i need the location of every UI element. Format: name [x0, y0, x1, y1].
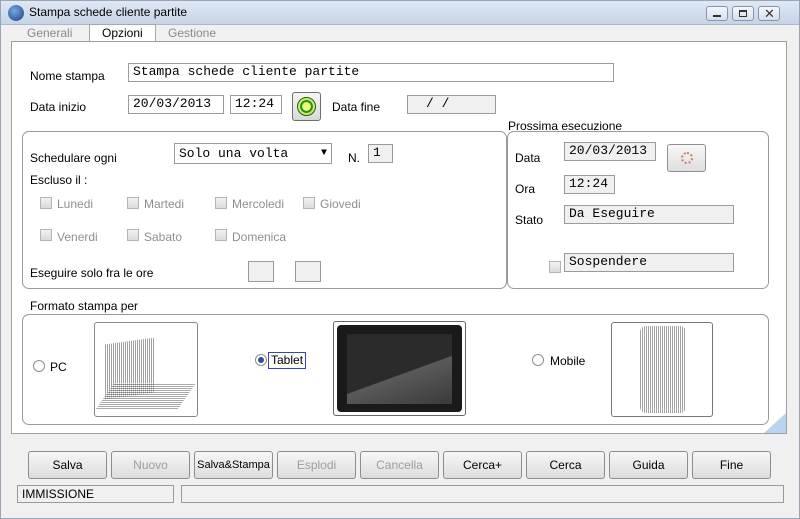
minimize-button[interactable] — [706, 6, 728, 21]
esplodi-button[interactable]: Esplodi — [277, 451, 356, 479]
ora-da-input[interactable] — [248, 261, 274, 282]
mobile-phone-icon — [640, 326, 686, 413]
stato-input[interactable]: Da Eseguire — [564, 205, 734, 224]
n-input[interactable]: 1 — [368, 144, 393, 163]
stato-label: Stato — [515, 213, 544, 227]
prossima-data-input[interactable]: 20/03/2013 — [564, 142, 656, 161]
guida-button[interactable]: Guida — [609, 451, 688, 479]
eseguire-label: Eseguire solo fra le ore — [30, 266, 154, 280]
status-message — [181, 485, 784, 503]
giovedi-checkbox[interactable] — [303, 197, 315, 209]
close-icon: ✕ — [764, 6, 775, 21]
ora-inizio-input[interactable]: 12:24 — [230, 95, 282, 114]
nuovo-button[interactable]: Nuovo — [111, 451, 190, 479]
formato-group: PC Tablet Mobile — [22, 314, 769, 425]
tablet-screen-icon — [347, 334, 452, 404]
refresh-icon — [681, 152, 693, 164]
domenica-checkbox[interactable] — [215, 229, 227, 241]
tablet-body-icon — [337, 325, 462, 412]
maximize-icon — [739, 10, 747, 17]
prossima-ora-label: Ora — [515, 182, 536, 196]
venerdi-checkbox[interactable] — [40, 229, 52, 241]
data-fine-input[interactable]: / / — [407, 95, 496, 114]
refresh-button[interactable] — [667, 144, 706, 172]
martedi-checkbox[interactable] — [127, 197, 139, 209]
sabato-label: Sabato — [144, 230, 183, 244]
mercoledi-checkbox[interactable] — [215, 197, 227, 209]
schedulare-select[interactable]: Solo una volta ▼ — [174, 143, 332, 164]
sospendere-checkbox[interactable] — [549, 261, 561, 273]
schedulare-label: Schedulare ogni — [30, 151, 117, 165]
lunedi-checkbox[interactable] — [40, 197, 52, 209]
app-icon — [8, 5, 24, 21]
mobile-image[interactable] — [611, 322, 713, 417]
giovedi-label: Giovedi — [320, 197, 361, 211]
escluso-label: Escluso il : — [30, 173, 88, 187]
venerdi-label: Venerdi — [57, 230, 98, 244]
sospendere-label: Sospendere — [564, 253, 734, 272]
mercoledi-label: Mercoledi — [232, 197, 285, 211]
tab-gestione[interactable]: Gestione | — [168, 25, 216, 56]
close-button[interactable]: ✕ — [758, 6, 780, 21]
cerca-button[interactable]: Cerca — [526, 451, 605, 479]
nome-stampa-label: Nome stampa — [30, 69, 105, 83]
prossima-group: Data 20/03/2013 Ora 12:24 Stato Da Esegu… — [507, 131, 769, 289]
main-window: Stampa schede cliente partite ✕ Generali… — [0, 0, 800, 519]
status-mode: IMMISSIONE — [17, 485, 174, 503]
clock-icon — [297, 97, 316, 116]
pc-label: PC — [50, 360, 67, 374]
pc-radio[interactable] — [33, 360, 45, 372]
salva-button[interactable]: Salva — [28, 451, 107, 479]
laptop-keyboard-icon — [95, 383, 197, 409]
ora-a-input[interactable] — [295, 261, 321, 282]
pc-image[interactable] — [94, 322, 198, 417]
minimize-icon — [713, 15, 721, 17]
lunedi-label: Lunedi — [57, 197, 94, 211]
clock-button[interactable] — [292, 92, 321, 121]
formato-title: Formato stampa per — [30, 299, 139, 313]
fine-button[interactable]: Fine — [692, 451, 771, 479]
chevron-down-icon: ▼ — [320, 148, 327, 159]
data-inizio-label: Data inizio — [30, 100, 87, 114]
data-inizio-input[interactable]: 20/03/2013 — [128, 95, 224, 114]
tablet-image[interactable] — [333, 321, 466, 416]
prossima-data-label: Data — [515, 151, 541, 165]
cancella-button[interactable]: Cancella — [360, 451, 439, 479]
page-curl-icon — [764, 413, 786, 433]
window-title: Stampa schede cliente partite — [29, 5, 188, 19]
tab-opzioni[interactable]: Opzioni — [89, 24, 156, 42]
tablet-label: Tablet — [268, 352, 307, 369]
mobile-label: Mobile — [550, 354, 586, 368]
prossima-ora-input[interactable]: 12:24 — [564, 175, 615, 194]
data-fine-label: Data fine — [332, 100, 381, 114]
martedi-label: Martedi — [144, 197, 185, 211]
nome-stampa-input[interactable]: Stampa schede cliente partite — [128, 63, 614, 82]
sabato-checkbox[interactable] — [127, 229, 139, 241]
title-bar: Stampa schede cliente partite ✕ — [1, 1, 799, 25]
options-panel: Nome stampa Stampa schede cliente partit… — [11, 41, 787, 434]
schedulare-select-value: Solo una volta — [179, 146, 289, 161]
cerca-plus-button[interactable]: Cerca+ — [443, 451, 522, 479]
mobile-radio[interactable] — [532, 354, 544, 366]
tablet-radio[interactable] — [255, 354, 267, 366]
maximize-button[interactable] — [732, 6, 754, 21]
salva-stampa-button[interactable]: Salva&Stampa — [194, 451, 273, 479]
schedule-group: Schedulare ogni Solo una volta ▼ N. 1 Es… — [22, 131, 507, 289]
domenica-label: Domenica — [232, 230, 287, 244]
tab-generali[interactable]: Generali — [27, 25, 72, 41]
n-label: N. — [348, 151, 360, 165]
